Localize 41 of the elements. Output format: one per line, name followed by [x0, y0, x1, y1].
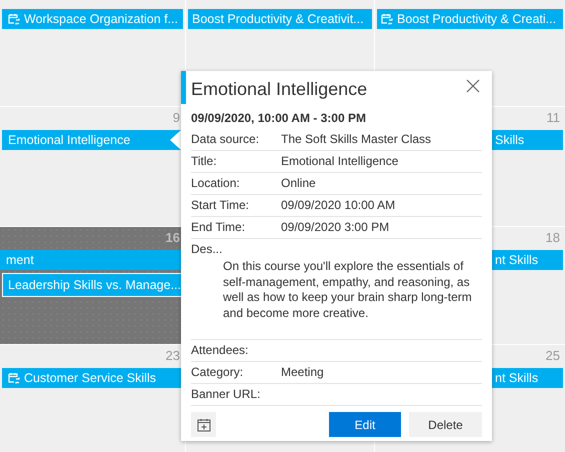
field-value: Meeting	[281, 365, 324, 380]
day-number: 9	[172, 110, 180, 124]
field-label: Location:	[191, 176, 241, 191]
field-value: 09/09/2020 10:00 AM	[281, 198, 396, 213]
event-bar[interactable]: Workspace Organization f...	[2, 9, 183, 29]
field-label: Category:	[191, 365, 244, 380]
field-label: Title:	[191, 154, 218, 169]
field-value: Online	[281, 176, 316, 191]
event-bar[interactable]: Emotional Intelligence	[2, 130, 183, 150]
calendar-icon	[196, 418, 210, 432]
day-number: 25	[546, 348, 560, 362]
day-number: 16	[166, 230, 180, 244]
event-bar[interactable]: Customer Service Skills	[2, 368, 183, 388]
event-bar[interactable]: Leadership Skills vs. Manage...	[2, 273, 183, 297]
day-cell[interactable]: 23 Customer Service Skills	[0, 345, 185, 452]
field-value: Emotional Intelligence	[281, 154, 398, 169]
popup-title: Emotional Intelligence	[191, 78, 368, 100]
recurring-icon	[8, 372, 21, 384]
event-bar[interactable]: Boost Productivity & Creati...	[377, 9, 563, 29]
action-button[interactable]: Delete	[409, 412, 482, 437]
field-value: On this course you'll explore the essentials of self-management, empathy, and reasoning, as well as how to keep your brain sharp long-term and become more creative.	[222, 259, 473, 321]
event-bar[interactable]: ment	[0, 250, 183, 270]
event-bar[interactable]: Boost Productivity & Creativit...	[188, 9, 372, 29]
field-value: The Soft Skills Master Class	[281, 132, 432, 147]
field-label: Banner URL:	[191, 387, 262, 402]
field-value: 09/09/2020 3:00 PM	[281, 220, 390, 235]
field-label: Start Time:	[191, 198, 250, 213]
calendar-add-button[interactable]	[191, 412, 216, 437]
day-number: 11	[546, 110, 560, 124]
field-label: End Time:	[191, 220, 246, 235]
field-label: Des...	[191, 242, 224, 257]
recurring-icon	[8, 13, 21, 25]
field-label: Data source:	[191, 132, 260, 147]
close-icon[interactable]	[466, 79, 480, 93]
action-button[interactable]: Edit	[329, 412, 401, 437]
recurring-icon	[381, 13, 394, 25]
day-number: 23	[166, 348, 180, 362]
day-cell[interactable]: Workspace Organization f...	[0, 0, 185, 106]
field-label: Attendees:	[191, 343, 250, 358]
day-number: 18	[546, 230, 560, 244]
event-time: 09/09/2020, 10:00 AM - 3:00 PM	[191, 110, 367, 127]
